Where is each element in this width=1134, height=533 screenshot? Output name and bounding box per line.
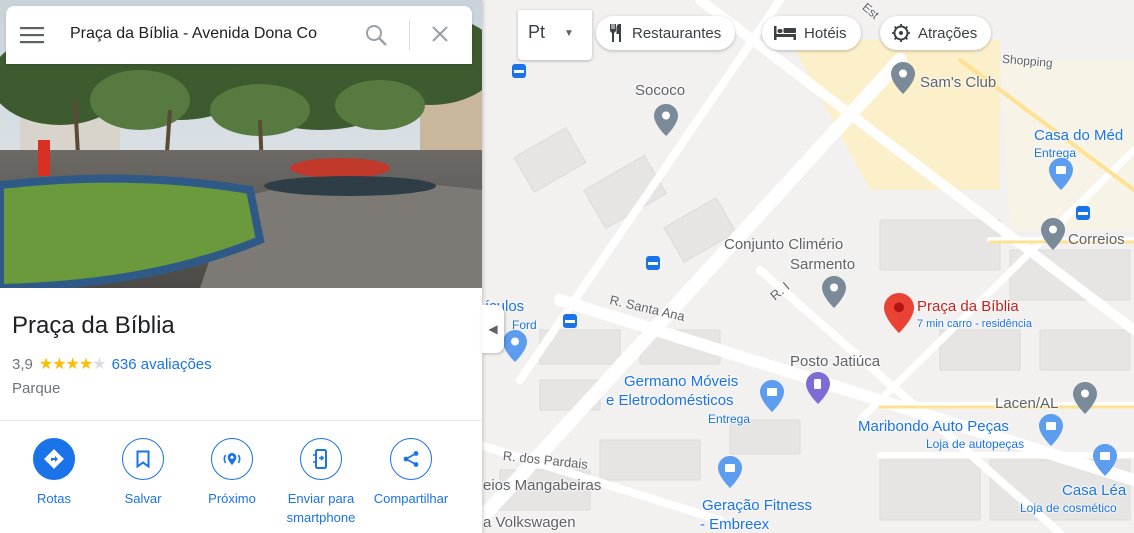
gray-place-pin-icon[interactable] xyxy=(1041,218,1065,250)
attractions-icon xyxy=(892,24,910,42)
search-divider xyxy=(409,20,410,50)
map-layer-button[interactable]: Pt ▼ xyxy=(518,10,592,60)
share-label: Compartilhar xyxy=(373,491,449,506)
directions-circle xyxy=(33,438,75,480)
send-to-phone-icon xyxy=(313,449,327,469)
share-button[interactable]: Compartilhar xyxy=(365,438,457,508)
share-circle xyxy=(390,438,432,480)
directions-icon xyxy=(44,449,64,469)
map-label-casa-lea-sub: Loja de cosmético xyxy=(1020,501,1117,515)
map-label-germano-2[interactable]: e Eletrodomésticos xyxy=(606,392,734,409)
map-label-mangabeiras[interactable]: eios Mangabeiras xyxy=(483,477,601,494)
place-title: Praça da Bíblia xyxy=(12,312,175,339)
star-rating-icon: ★★★★★ xyxy=(38,356,107,373)
chip-attractions-label: Atrações xyxy=(918,24,978,42)
map-label-sococo[interactable]: Sococo xyxy=(635,82,685,99)
chip-restaurants-label: Restaurantes xyxy=(632,24,722,42)
map-label-conjunto-2[interactable]: Sarmento xyxy=(790,256,855,273)
map-label-entrega-2: Entrega xyxy=(708,412,751,426)
search-box: Praça da Bíblia - Avenida Dona Co xyxy=(6,6,472,64)
bus-stop-icon[interactable]: ▬ xyxy=(512,64,526,78)
shopping-bag-pin-icon[interactable] xyxy=(1049,158,1073,190)
send-to-phone-circle xyxy=(300,438,342,480)
gray-place-pin-icon[interactable] xyxy=(822,276,846,308)
directions-label: Rotas xyxy=(37,491,71,506)
chip-hotels-label: Hotéis xyxy=(804,24,847,42)
chip-attractions[interactable]: Atrações xyxy=(880,16,992,50)
save-label: Salvar xyxy=(124,491,162,506)
nearby-label: Próximo xyxy=(208,491,256,506)
nearby-button[interactable]: Próximo xyxy=(187,438,277,508)
search-input[interactable]: Praça da Bíblia - Avenida Dona Co xyxy=(70,25,350,43)
map-label-sams-club[interactable]: Sam's Club xyxy=(920,74,996,91)
caret-left-icon: ◀ xyxy=(488,322,498,336)
gray-place-pin-icon[interactable] xyxy=(891,62,915,94)
gray-place-pin-icon[interactable] xyxy=(1073,382,1097,414)
map-label-casa-lea[interactable]: Casa Léa xyxy=(1062,482,1126,499)
caret-down-icon: ▼ xyxy=(564,28,574,39)
map-label-volkswagen[interactable]: a Volkswagen xyxy=(483,514,576,531)
car-dealer-pin-icon[interactable] xyxy=(503,330,527,362)
map-label-praca-sub: 7 min carro - residência xyxy=(917,318,1032,330)
bookmark-icon xyxy=(136,450,150,468)
close-icon[interactable] xyxy=(430,24,450,44)
collapse-panel-button[interactable]: ◀ xyxy=(482,305,504,353)
chip-restaurants[interactable]: Restaurantes xyxy=(596,16,736,50)
divider xyxy=(0,420,482,421)
map-label-praca-biblia[interactable]: Praça da Bíblia xyxy=(917,298,1019,315)
layer-label: Pt xyxy=(528,22,546,42)
send-to-phone-label: Enviar para smartphone xyxy=(286,491,356,525)
restaurant-icon xyxy=(610,24,621,42)
chip-hotels[interactable]: Hotéis xyxy=(762,16,861,50)
map-label-lacen[interactable]: Lacen/AL xyxy=(995,395,1058,412)
menu-icon[interactable] xyxy=(20,26,44,44)
gas-station-pin-icon[interactable] xyxy=(806,372,830,404)
shopping-bag-pin-icon[interactable] xyxy=(1093,444,1117,476)
map-label-geracao-2[interactable]: - Embreex xyxy=(700,516,769,533)
save-circle xyxy=(122,438,164,480)
gray-place-pin-icon[interactable] xyxy=(654,104,678,136)
map-label-geracao-1[interactable]: Geração Fitness xyxy=(702,497,812,514)
map-label-correios[interactable]: Correios xyxy=(1068,231,1125,248)
selected-place-pin-icon[interactable] xyxy=(884,292,914,334)
nearby-icon xyxy=(223,453,241,465)
save-button[interactable]: Salvar xyxy=(98,438,188,508)
map-label-casa-do-med[interactable]: Casa do Méd xyxy=(1034,127,1123,144)
map-label-maribondo-sub: Loja de autopeças xyxy=(926,437,1025,451)
send-to-phone-button[interactable]: Enviar para smartphone xyxy=(276,438,366,527)
nearby-circle xyxy=(211,438,253,480)
shopping-bag-pin-icon[interactable] xyxy=(1039,414,1063,446)
place-category[interactable]: Parque xyxy=(12,380,60,397)
place-panel: Praça da Bíblia 3,9 ★★★★★ 636 avaliações… xyxy=(0,0,482,533)
bus-stop-icon[interactable]: ▬ xyxy=(563,314,577,328)
map-label-maribondo[interactable]: Maribondo Auto Peças xyxy=(858,418,1009,435)
bus-stop-icon[interactable]: ▬ xyxy=(646,256,660,270)
search-icon[interactable] xyxy=(364,23,388,47)
rating-value: 3,9 xyxy=(12,355,33,373)
rating-row: 3,9 ★★★★★ 636 avaliações xyxy=(12,354,212,374)
map-label-posto[interactable]: Posto Jatiúca xyxy=(790,353,880,370)
hotel-icon xyxy=(774,26,796,40)
reviews-link[interactable]: 636 avaliações xyxy=(112,356,212,373)
bus-stop-icon[interactable]: ▬ xyxy=(1076,206,1090,220)
share-icon xyxy=(403,451,419,467)
map-label-germano-1[interactable]: Germano Móveis xyxy=(624,373,738,390)
shopping-bag-pin-icon[interactable] xyxy=(718,456,742,488)
map-label-conjunto-1[interactable]: Conjunto Climério xyxy=(724,236,843,253)
directions-button[interactable]: Rotas xyxy=(9,438,99,508)
shopping-bag-pin-icon[interactable] xyxy=(760,380,784,412)
